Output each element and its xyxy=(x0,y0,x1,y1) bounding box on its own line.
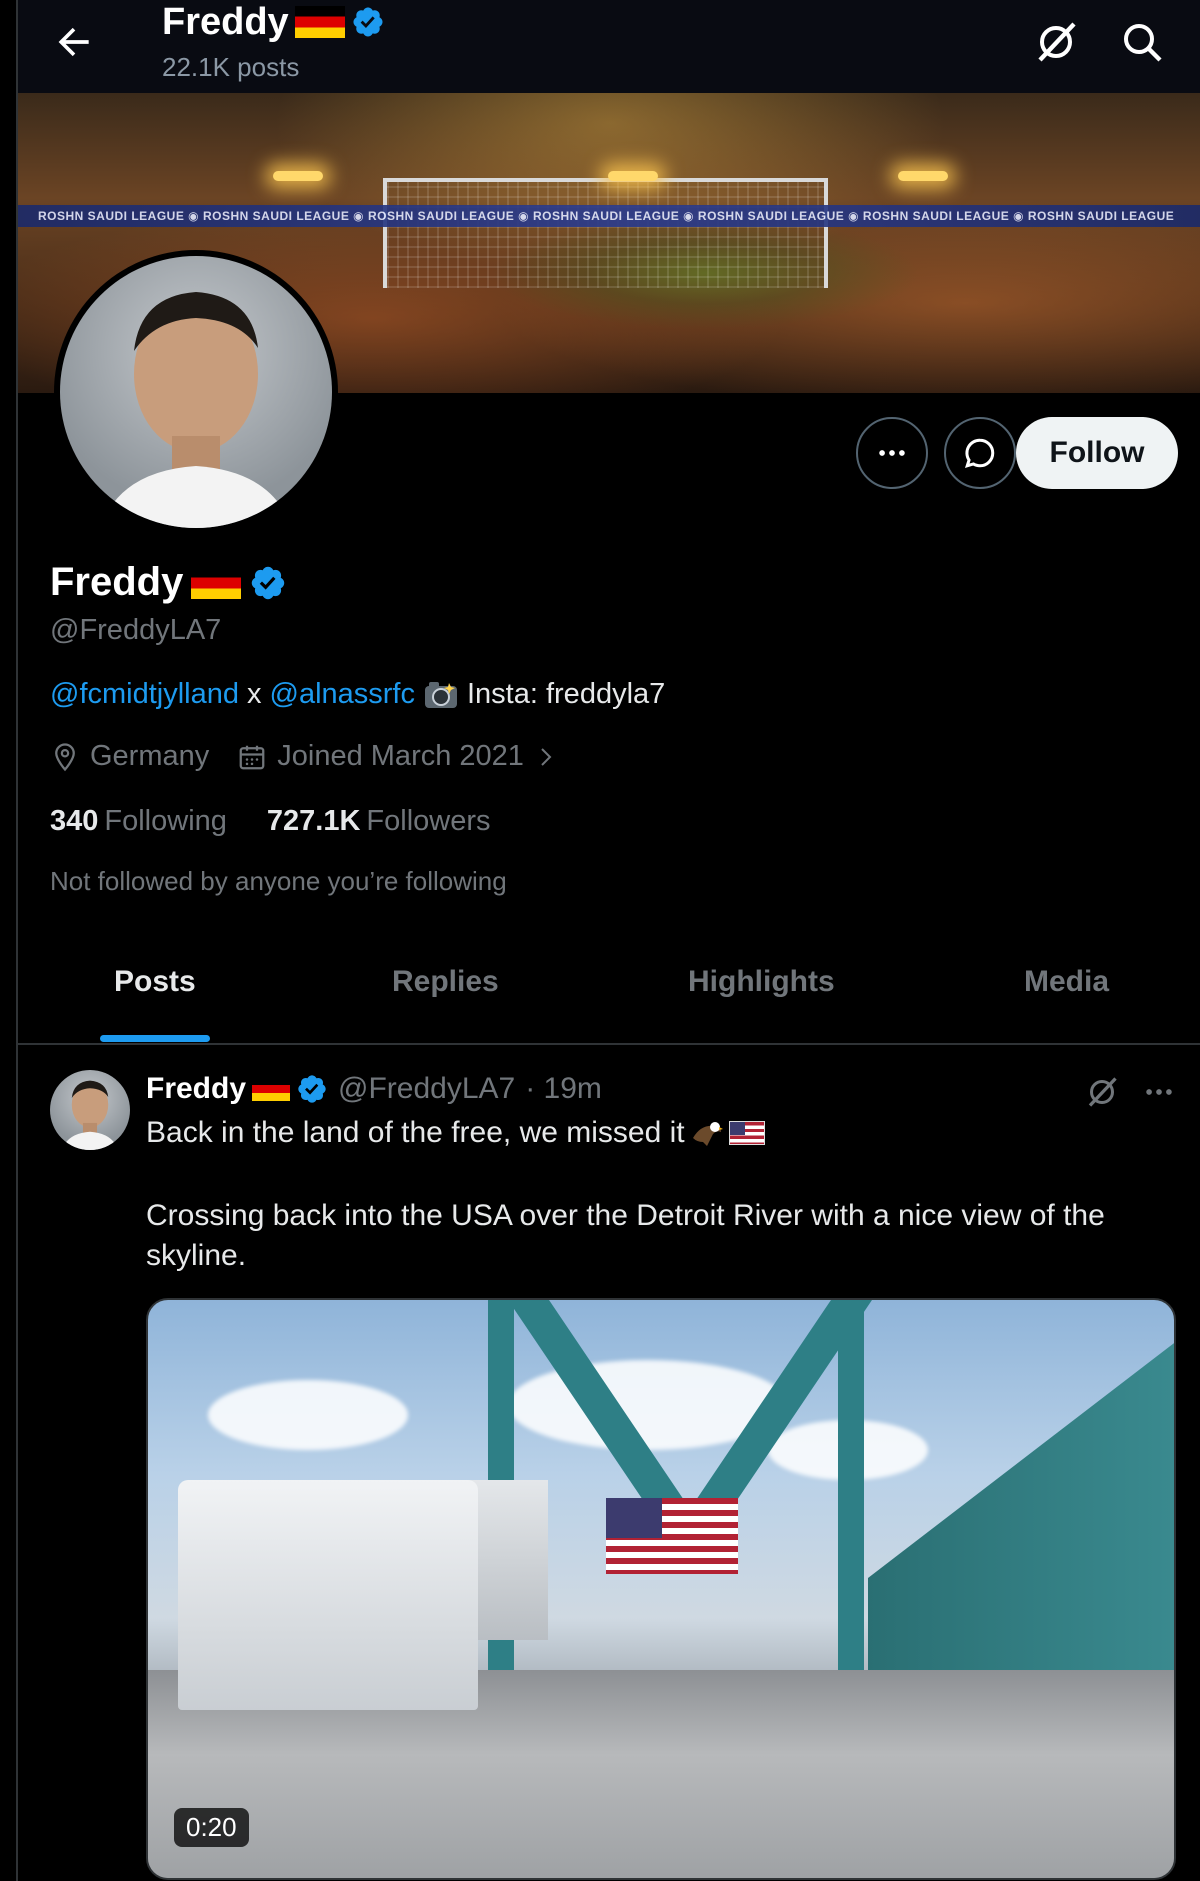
profile-name: Freddy xyxy=(50,560,287,605)
message-icon xyxy=(964,438,995,468)
tab-media[interactable]: Media xyxy=(1024,965,1109,999)
verified-icon[interactable] xyxy=(249,564,287,602)
location-icon xyxy=(55,742,75,771)
video-duration: 0:20 xyxy=(174,1808,249,1847)
profile-page: ROSHN SAUDI LEAGUE ◉ ROSHN SAUDI LEAGUE … xyxy=(16,0,1200,1881)
banner-goal-graphic xyxy=(383,178,828,288)
banner-ad-strip: ROSHN SAUDI LEAGUE ◉ ROSHN SAUDI LEAGUE … xyxy=(18,205,1200,227)
grok-button[interactable] xyxy=(1032,18,1080,66)
tab-highlights[interactable]: Highlights xyxy=(688,965,835,999)
followers-label: Followers xyxy=(366,805,491,837)
bio-link-alnassrfc[interactable]: @alnassrfc xyxy=(270,678,415,711)
us-flag-emoji-icon xyxy=(728,1121,765,1145)
german-flag-emoji-icon xyxy=(294,6,345,38)
truck-cab xyxy=(178,1480,478,1710)
tab-posts[interactable]: Posts xyxy=(114,965,196,999)
profile-bio: @fcmidtjylland x @alnassrfc Insta: fredd… xyxy=(50,678,665,711)
active-tab-indicator xyxy=(100,1035,210,1042)
followers-count: 727.1K xyxy=(266,805,361,837)
bio-separator: x xyxy=(247,678,262,710)
back-arrow-icon xyxy=(58,27,89,57)
bio-link-fcmidtjylland[interactable]: @fcmidtjylland xyxy=(50,678,239,711)
post-author-name[interactable]: Freddy xyxy=(146,1072,246,1106)
grok-icon xyxy=(1038,22,1076,62)
stadium-light xyxy=(608,171,658,181)
bio-instagram: Insta: freddyla7 xyxy=(466,678,666,710)
profile-joined[interactable]: Joined March 2021 xyxy=(277,740,524,773)
profile-meta: Germany Joined March 2021 xyxy=(50,740,558,773)
more-icon xyxy=(1146,1089,1172,1095)
post-text-line2: Crossing back into the USA over the Detr… xyxy=(146,1199,1105,1272)
top-bar: Freddy 22.1K posts xyxy=(18,0,1200,93)
follow-button[interactable]: Follow xyxy=(1016,417,1178,489)
post-text-first: Back in the land of the free, we missed … xyxy=(146,1116,685,1149)
following-label: Following xyxy=(104,805,227,837)
avatar-portrait xyxy=(100,292,292,528)
verified-icon xyxy=(353,7,383,37)
posts-count: 22.1K posts xyxy=(162,52,300,82)
followers-link[interactable]: 727.1K Followers xyxy=(267,805,491,838)
chevron-right-icon[interactable] xyxy=(534,742,558,772)
tab-replies[interactable]: Replies xyxy=(392,965,499,999)
flag-canton xyxy=(606,1498,662,1538)
avatar-photo xyxy=(60,256,332,528)
header-title: Freddy xyxy=(162,0,385,44)
post-grok-button[interactable] xyxy=(1084,1072,1120,1112)
profile-location: Germany xyxy=(90,740,210,772)
american-flag xyxy=(606,1498,738,1574)
post-author-handle[interactable]: @FreddyLA7 xyxy=(338,1072,515,1106)
cloud xyxy=(208,1380,408,1450)
search-button[interactable] xyxy=(1118,18,1166,66)
header-name: Freddy xyxy=(162,0,289,43)
eagle-emoji-icon xyxy=(692,1122,723,1146)
calendar-icon xyxy=(239,745,265,769)
profile-avatar[interactable] xyxy=(54,250,338,534)
post-avatar[interactable] xyxy=(50,1070,130,1150)
follow-counts: 340 Following 727.1K Followers xyxy=(50,805,491,838)
more-options-button[interactable] xyxy=(856,417,928,489)
profile-handle: @FreddyLA7 xyxy=(50,614,222,646)
profile-tabs: Posts Replies Highlights Media xyxy=(18,945,1200,1045)
camera-emoji-icon xyxy=(424,681,457,708)
post-time[interactable]: · 19m xyxy=(525,1072,602,1106)
post-header: Freddy @FreddyLA7 · 19m xyxy=(146,1072,602,1106)
following-link[interactable]: 340 Following xyxy=(50,805,227,838)
bridge-tower xyxy=(838,1300,864,1680)
german-flag-emoji-icon xyxy=(252,1077,291,1101)
bridge-truss xyxy=(868,1340,1174,1680)
profile-name-text: Freddy xyxy=(50,560,184,604)
post-text-line1: Back in the land of the free, we missed … xyxy=(146,1116,765,1150)
more-icon xyxy=(879,450,905,456)
stadium-light xyxy=(898,171,948,181)
message-button[interactable] xyxy=(944,417,1016,489)
post-more-button[interactable] xyxy=(1142,1072,1176,1112)
german-flag-emoji-icon xyxy=(191,566,242,599)
not-followed-note: Not followed by anyone you’re following xyxy=(50,866,507,896)
verified-icon xyxy=(298,1075,326,1103)
post-avatar-portrait xyxy=(61,1080,119,1150)
stadium-light xyxy=(273,171,323,181)
back-button[interactable] xyxy=(52,20,96,64)
post-video[interactable]: 0:20 xyxy=(146,1298,1176,1880)
search-icon xyxy=(1124,24,1162,62)
following-count: 340 xyxy=(50,805,99,837)
grok-icon xyxy=(1088,1077,1117,1107)
